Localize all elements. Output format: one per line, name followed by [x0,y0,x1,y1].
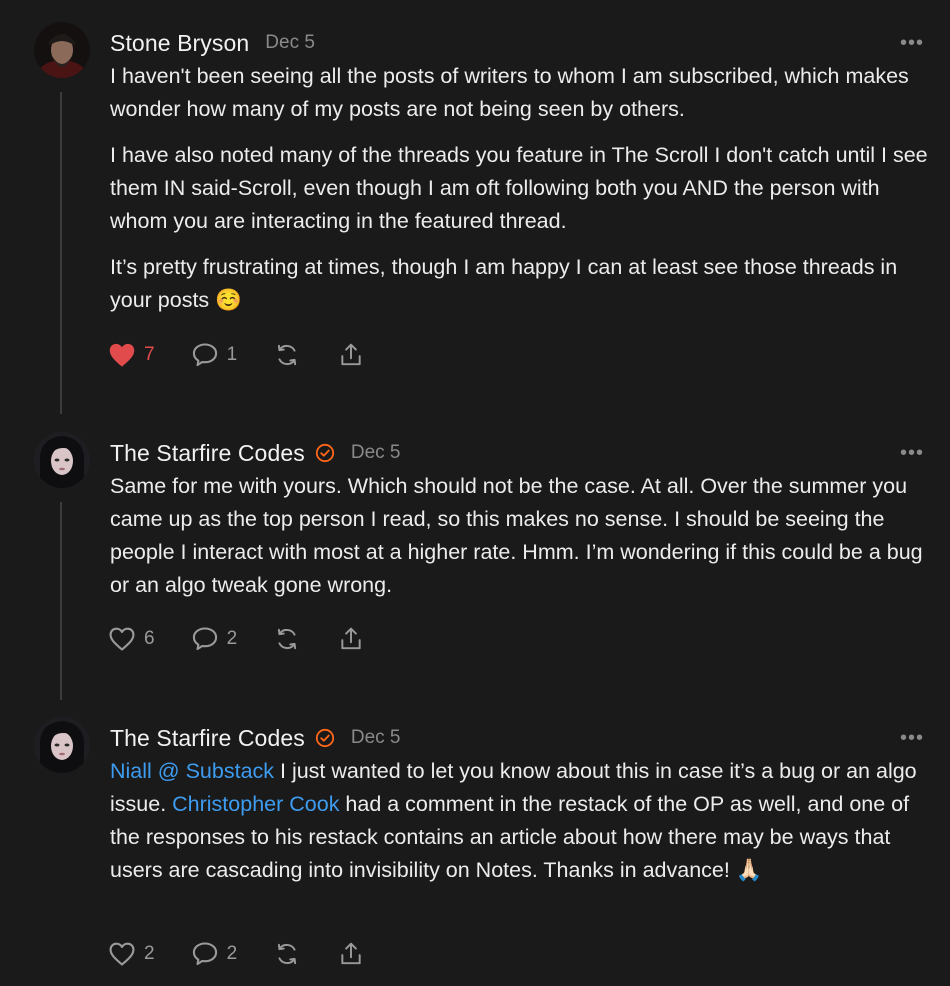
restack-button[interactable] [273,342,301,368]
avatar[interactable] [34,22,90,78]
share-icon [341,343,361,366]
restack-button[interactable] [273,626,301,652]
comment-3: The Starfire Codes Dec 5 ••• Niall @ Sub… [0,717,950,977]
action-bar: 6 2 [108,626,401,652]
verified-badge-icon [315,728,334,748]
comment-paragraph: I have also noted many of the threads yo… [110,143,928,233]
reply-button[interactable]: 2 [191,941,238,967]
comment-header: The Starfire Codes Dec 5 [110,723,400,753]
avatar[interactable] [34,432,90,488]
like-button[interactable]: 7 [108,342,155,368]
share-icon [341,627,361,650]
verified-badge-icon [315,443,334,463]
share-button[interactable] [337,342,365,368]
more-options-icon[interactable]: ••• [900,727,924,750]
comment-date[interactable]: Dec 5 [351,442,401,464]
comment-date[interactable]: Dec 5 [265,32,315,54]
heart-filled-icon [109,343,135,367]
action-bar: 2 2 [108,941,401,967]
comment-header: The Starfire Codes Dec 5 [110,438,400,468]
like-count: 7 [144,344,155,365]
comment-paragraph: It’s pretty frustrating at times, though… [110,255,898,312]
author-name[interactable]: Stone Bryson [110,30,249,57]
share-button[interactable] [337,941,365,967]
like-count: 6 [144,628,155,649]
comment-header: Stone Bryson Dec 5 [110,28,315,58]
reply-count: 2 [226,628,238,649]
comment-date[interactable]: Dec 5 [351,727,401,749]
comment-body: I haven't been seeing all the posts of w… [110,60,935,330]
reply-count: 1 [226,344,238,365]
restack-icon [278,628,297,650]
heart-icon [109,627,135,651]
more-options-icon[interactable]: ••• [900,442,924,465]
author-name[interactable]: The Starfire Codes [110,725,305,752]
reply-button[interactable]: 1 [191,342,238,368]
reply-count: 2 [226,943,238,964]
share-icon [341,942,361,965]
like-button[interactable]: 6 [108,626,155,652]
action-bar: 7 1 [108,342,401,368]
like-count: 2 [144,943,155,964]
share-button[interactable] [337,626,365,652]
reply-button[interactable]: 2 [191,626,238,652]
mention-link[interactable]: Niall @ Substack [110,759,274,783]
more-options-icon[interactable]: ••• [900,32,924,55]
avatar[interactable] [34,717,90,773]
comment-body: Niall @ Substack I just wanted to let yo… [110,755,935,900]
restack-button[interactable] [273,941,301,967]
comment-icon [192,627,217,651]
comment-2: The Starfire Codes Dec 5 ••• Same for me… [0,432,950,672]
comment-paragraph: Same for me with yours. Which should not… [110,474,923,597]
comment-icon [192,942,217,966]
comment-body: Same for me with yours. Which should not… [110,470,935,615]
comment-paragraph: I haven't been seeing all the posts of w… [110,64,909,121]
author-name[interactable]: The Starfire Codes [110,440,305,467]
heart-icon [109,942,135,966]
mention-link[interactable]: Christopher Cook [172,792,339,816]
comment-paragraph: Niall @ Substack I just wanted to let yo… [110,755,935,887]
restack-icon [278,344,297,366]
comment-1: Stone Bryson Dec 5 ••• I haven't been se… [0,22,950,382]
comment-icon [192,343,217,367]
like-button[interactable]: 2 [108,941,155,967]
restack-icon [278,943,297,965]
